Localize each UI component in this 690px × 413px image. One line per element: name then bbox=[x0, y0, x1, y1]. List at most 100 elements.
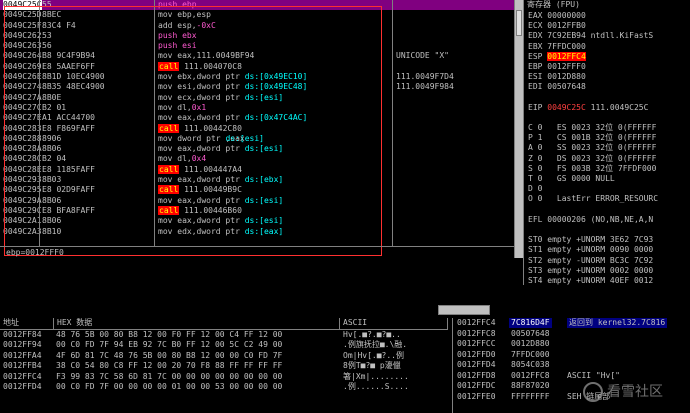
stack-value: 7FFDC000 bbox=[511, 349, 550, 359]
dump-hex: 38 C0 54 80 C8 FF 12 00 20 70 F8 88 FF F… bbox=[56, 361, 283, 371]
register-line[interactable]: EBP 0012FFF0 bbox=[524, 62, 690, 72]
info-line: ebp=0012FFF0 bbox=[0, 246, 514, 258]
disassembly-pane[interactable]: 0049C25C 55 push ebp 0049C25D 8BEC mov ebp,es… bbox=[0, 0, 514, 258]
dump-header-hex[interactable]: HEX 数据 bbox=[54, 318, 340, 330]
stack-address: 0012FFD4 bbox=[457, 360, 496, 369]
dump-address: 0012FFA4 bbox=[3, 350, 42, 360]
dump-header-ascii[interactable]: ASCII bbox=[340, 318, 448, 330]
separator-bar bbox=[0, 286, 523, 303]
watermark-text: 看雪社区 bbox=[607, 384, 663, 400]
stack-address: 0012FFC8 bbox=[457, 328, 496, 338]
dump-hex: 48 76 5B 00 80 B8 12 00 F0 FF 12 00 C4 F… bbox=[56, 330, 283, 339]
register-line[interactable]: EBX 7FFDC000 bbox=[524, 42, 690, 52]
dump-hex: 00 C0 FD 7F 00 00 00 00 01 00 00 53 00 0… bbox=[56, 381, 283, 391]
dump-rows[interactable]: 0012FF84 48 76 5B 00 80 B8 12 00 F0 FF 12… bbox=[0, 330, 448, 392]
register-line[interactable]: ESI 0012D880 bbox=[524, 72, 690, 82]
dump-row[interactable]: 0012FFB4 38 C0 54 80 C8 FF 12 00 20 70 F8… bbox=[0, 361, 448, 371]
watermark: 看雪社区 bbox=[583, 382, 663, 402]
stack-comment: 返回到 kernel32.7C816 bbox=[567, 318, 668, 328]
dump-address: 0012FF84 bbox=[3, 330, 42, 339]
dump-ascii: 8例T■?■ p瀀儠 bbox=[343, 361, 401, 371]
register-line[interactable]: O 0 LastErr ERROR_RESOURC bbox=[524, 194, 690, 204]
stack-value: 7C816D4F bbox=[509, 318, 552, 328]
register-line[interactable]: ST2 empty -UNORM BC3C 7C92 bbox=[524, 256, 690, 266]
register-line[interactable]: A 0 SS 0023 32位 0(FFFFFF bbox=[524, 143, 690, 153]
dump-row[interactable]: 0012FFD4 00 C0 FD 7F 00 00 00 00 01 00 00… bbox=[0, 382, 448, 392]
dump-address: 0012FF94 bbox=[3, 340, 42, 350]
disassembly-scrollbar[interactable] bbox=[514, 0, 523, 258]
scroll-thumb[interactable] bbox=[438, 305, 490, 315]
stack-value: 88F87020 bbox=[511, 381, 550, 390]
stack-address: 0012FFD0 bbox=[457, 349, 496, 359]
stack-row[interactable]: 0012FFCC 0012D880 bbox=[453, 339, 690, 350]
register-comment: 111.0049C25C bbox=[590, 102, 649, 112]
register-name: ESP bbox=[528, 51, 543, 61]
register-line[interactable]: EAX 00000000 bbox=[524, 11, 690, 21]
memory-dump-pane[interactable]: 地址 HEX 数据 ASCII 0012FF84 48 76 5B 00 80 B… bbox=[0, 318, 448, 413]
dump-ascii: .例......S.... bbox=[343, 381, 409, 391]
register-line[interactable]: ST3 empty +UNORM 0002 0000 bbox=[524, 266, 690, 276]
stack-address: 0012FFD8 bbox=[457, 370, 496, 380]
register-line[interactable]: C 0 ES 0023 32位 0(FFFFFF bbox=[524, 123, 690, 133]
dump-hex: 00 C0 FD 7F 94 EB 92 7C B0 FF 12 00 5C C… bbox=[56, 340, 283, 350]
register-line[interactable]: P 1 CS 001B 32位 0(FFFFFF bbox=[524, 133, 690, 143]
register-line[interactable]: ESP 0012FFC4 bbox=[524, 51, 690, 62]
dump-address: 0012FFC4 bbox=[3, 371, 42, 381]
dump-address: 0012FFD4 bbox=[3, 381, 42, 391]
register-line[interactable] bbox=[524, 113, 690, 123]
register-line[interactable] bbox=[524, 205, 690, 215]
stack-row[interactable]: 0012FFD0 7FFDC000 bbox=[453, 350, 690, 361]
scroll-thumb[interactable] bbox=[516, 10, 522, 36]
disasm-comment: 111.0049F984 bbox=[396, 82, 454, 92]
register-line[interactable] bbox=[524, 225, 690, 235]
stack-row[interactable]: 0012FFD4 8054C038 bbox=[453, 360, 690, 371]
stack-value: 8054C038 bbox=[511, 360, 550, 369]
register-line[interactable]: D 0 bbox=[524, 184, 690, 194]
register-line[interactable]: ECX 0012FFB0 bbox=[524, 21, 690, 31]
register-line[interactable]: EFL 00000206 (NO,NB,NE,A,N bbox=[524, 215, 690, 225]
stack-value: FFFFFFFF bbox=[511, 391, 550, 401]
register-line[interactable]: EIP 0049C25C 111.0049C25C bbox=[524, 103, 690, 113]
stack-row[interactable]: 0012FFC8 00507648 bbox=[453, 329, 690, 340]
register-line[interactable]: ST0 empty +UNORM 3E62 7C93 bbox=[524, 235, 690, 245]
dump-ascii: Hv[.■?.■?■.. bbox=[343, 330, 401, 339]
register-line[interactable]: Z 0 DS 0023 32位 0(FFFFFF bbox=[524, 154, 690, 164]
dump-ascii: Om|Hv[.■?..例 bbox=[343, 350, 404, 360]
column-divider bbox=[392, 0, 393, 246]
stack-address: 0012FFCC bbox=[457, 339, 496, 348]
stack-value: 0012FFC8 bbox=[511, 370, 550, 380]
register-line[interactable]: T 0 GS 0000 NULL bbox=[524, 174, 690, 184]
register-value: 0012FFC4 bbox=[547, 51, 586, 61]
dump-row[interactable]: 0012FF94 00 C0 FD 7F 94 EB 92 7C B0 FF 12… bbox=[0, 340, 448, 350]
stack-top-row[interactable]: 0012FFC4 7C816D4F 返回到 kernel32.7C816 bbox=[453, 318, 690, 329]
stack-row[interactable]: 0012FFD8 0012FFC8 ASCII "Hv[" bbox=[453, 371, 690, 382]
logo-icon bbox=[583, 382, 603, 402]
register-value: 0049C25C bbox=[547, 102, 586, 112]
stack-value: 0012D880 bbox=[511, 339, 550, 348]
registers-pane[interactable]: 寄存器 (FPU) EAX 00000000 ECX 0012FFB0 EDX 7C… bbox=[523, 0, 690, 285]
register-line[interactable]: S 0 FS 003B 32位 7FFDF000 bbox=[524, 164, 690, 174]
dump-ascii: 箸|Xm|........ bbox=[343, 371, 409, 381]
stack-value: 00507648 bbox=[511, 328, 550, 338]
stack-address: 0012FFDC bbox=[457, 381, 496, 390]
disasm-comment: UNICODE "X" bbox=[396, 51, 449, 61]
dump-row[interactable]: 0012FFC4 F3 99 83 7C 58 6D 81 7C 00 00 00… bbox=[0, 372, 448, 382]
register-line[interactable]: EDX 7C92EB94 ntdll.KiFastS bbox=[524, 31, 690, 41]
dump-row[interactable]: 0012FF84 48 76 5B 00 80 B8 12 00 F0 FF 12… bbox=[0, 330, 448, 340]
dump-address: 0012FFB4 bbox=[3, 361, 42, 371]
dump-row[interactable]: 0012FFA4 4F 6D 81 7C 48 76 5B 00 80 B8 12… bbox=[0, 351, 448, 361]
register-line[interactable]: ST4 empty +UNORM 40EF 0012 bbox=[524, 276, 690, 285]
registers-list[interactable]: EAX 00000000 ECX 0012FFB0 EDX 7C92EB94 ntd… bbox=[524, 11, 690, 285]
disasm-comment: 111.0049F7D4 bbox=[396, 72, 454, 82]
stack-address: 0012FFE0 bbox=[457, 391, 496, 401]
dump-ascii: .例旗抚拉■.\融. bbox=[343, 340, 408, 350]
dump-header-address[interactable]: 地址 bbox=[0, 318, 54, 330]
register-name: EIP bbox=[528, 102, 543, 112]
registers-title: 寄存器 (FPU) bbox=[527, 0, 580, 9]
register-line[interactable]: ST1 empty +UNORM 0090 0000 bbox=[524, 245, 690, 255]
register-line[interactable] bbox=[524, 93, 690, 103]
register-line[interactable]: EDI 00507648 bbox=[524, 82, 690, 92]
info-text: ebp=0012FFF0 bbox=[6, 248, 64, 257]
dump-hex: F3 99 83 7C 58 6D 81 7C 00 00 00 00 00 0… bbox=[56, 371, 283, 381]
horizontal-scrollbar[interactable] bbox=[0, 303, 690, 317]
